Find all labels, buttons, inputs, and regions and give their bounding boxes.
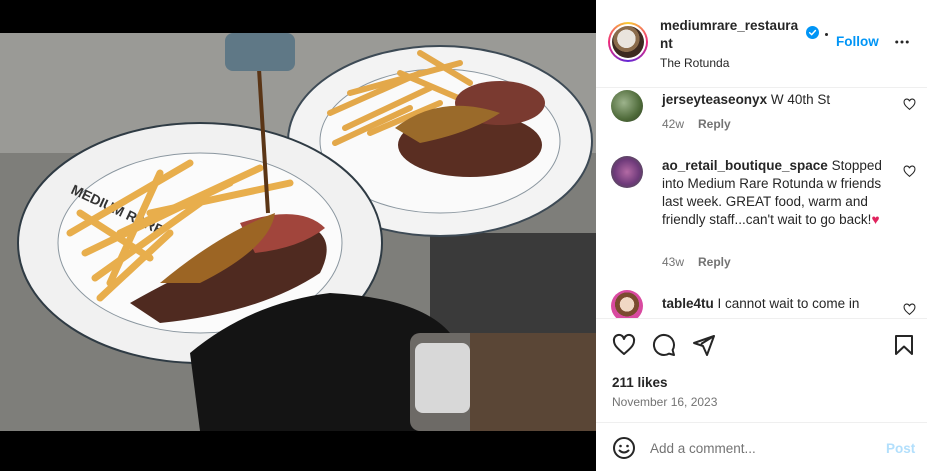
follow-button[interactable]: Follow xyxy=(836,34,879,49)
comment-meta: 42w Reply xyxy=(662,117,731,131)
comment-meta: 43w Reply xyxy=(662,255,731,269)
comment-username[interactable]: jerseyteaseonyx xyxy=(662,92,767,107)
heart-icon[interactable] xyxy=(612,333,636,357)
comment-text: table4tu I cannot wait to come in xyxy=(662,295,890,313)
like-comment-heart-icon[interactable] xyxy=(903,98,916,111)
comment-text: ao_retail_boutique_space Stopped into Me… xyxy=(662,157,890,229)
separator-dot xyxy=(825,33,828,36)
comment-content: I cannot wait to come in xyxy=(717,296,860,311)
comment-username[interactable]: ao_retail_boutique_space xyxy=(662,158,828,173)
post-header: mediumrare_restaurant Follow The Rotunda xyxy=(596,0,927,88)
food-photo-illustration: MEDIUM RARE xyxy=(0,33,596,431)
post-comment-button[interactable]: Post xyxy=(886,441,915,456)
post-media: MEDIUM RARE xyxy=(0,0,596,471)
comment-age: 42w xyxy=(662,117,685,131)
bookmark-icon[interactable] xyxy=(892,333,916,357)
comment-content: W 40th St xyxy=(770,92,831,107)
commenter-avatar[interactable] xyxy=(611,290,643,318)
more-options-icon[interactable] xyxy=(893,33,911,51)
emoji-icon[interactable] xyxy=(612,436,636,460)
post-photo[interactable]: MEDIUM RARE xyxy=(0,33,596,431)
like-comment-heart-icon[interactable] xyxy=(903,165,916,178)
comment-icon[interactable] xyxy=(652,333,676,357)
comment-text: jerseyteaseonyx W 40th St xyxy=(662,91,890,109)
post-actions: 211 likes November 16, 2023 xyxy=(596,318,927,422)
comment-input[interactable] xyxy=(650,435,870,461)
red-heart-emoji: ♥ xyxy=(871,212,880,227)
comment-username[interactable]: table4tu xyxy=(662,296,714,311)
reply-button[interactable]: Reply xyxy=(698,117,731,131)
comment-age: 43w xyxy=(662,255,685,269)
post-date[interactable]: November 16, 2023 xyxy=(612,395,717,409)
add-comment-bar: Post xyxy=(596,422,927,471)
commenter-avatar[interactable] xyxy=(611,90,643,122)
likes-count[interactable]: 211 likes xyxy=(612,375,668,390)
post-location[interactable]: The Rotunda xyxy=(660,56,729,70)
like-comment-heart-icon[interactable] xyxy=(903,303,916,316)
profile-avatar[interactable] xyxy=(608,22,648,62)
reply-button[interactable]: Reply xyxy=(698,255,731,269)
comments-list[interactable]: jerseyteaseonyx W 40th St 42w Reply ao_re… xyxy=(596,88,927,318)
commenter-avatar[interactable] xyxy=(611,156,643,188)
verified-badge-icon xyxy=(806,26,819,39)
profile-username[interactable]: mediumrare_restaurant xyxy=(660,17,802,53)
share-icon[interactable] xyxy=(692,333,716,357)
post-sidebar: mediumrare_restaurant Follow The Rotunda… xyxy=(596,0,927,471)
